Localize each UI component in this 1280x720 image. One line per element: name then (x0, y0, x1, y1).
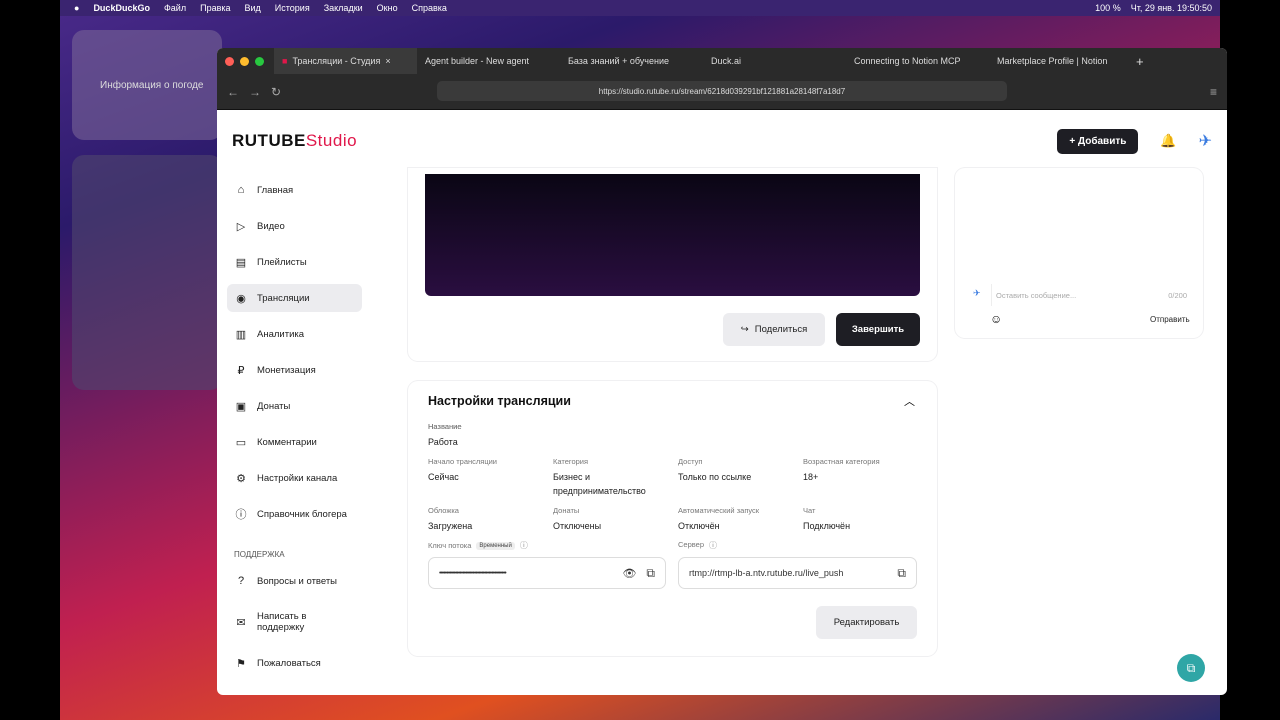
menu-view[interactable]: Вид (245, 3, 261, 13)
copy-icon[interactable]: ⧉ (897, 566, 906, 581)
tab-duck-ai[interactable]: Duck.ai (703, 48, 846, 74)
playlist-icon: ▤ (235, 256, 247, 269)
home-icon: ⌂ (237, 184, 245, 196)
tab-bar: ■ Трансляции - Студия × Agent builder - N… (217, 48, 1227, 74)
tab-notion-mcp[interactable]: Connecting to Notion MCP (846, 48, 989, 74)
gift-icon: ▣ (235, 400, 247, 413)
url-field[interactable]: https://studio.rutube.ru/stream/6218d039… (437, 81, 1007, 101)
bell-icon[interactable]: 🔔 (1160, 133, 1176, 149)
question-icon: ? (237, 575, 245, 587)
minimize-button[interactable] (240, 56, 249, 66)
server-field[interactable]: rtmp://rtmp-lb-a.ntv.rutube.ru/live_push… (678, 557, 917, 589)
comment-icon: ▭ (235, 436, 247, 449)
menu-app[interactable]: DuckDuckGo (93, 3, 150, 13)
back-icon[interactable]: ← (227, 85, 239, 99)
clock[interactable]: Чт, 29 янв. 19:50:50 (1131, 3, 1212, 13)
chat-avatar: ✈ (973, 288, 981, 298)
calendar-widget[interactable] (72, 155, 222, 390)
finish-stream-button[interactable]: Завершить (836, 313, 920, 346)
reload-icon[interactable]: ↻ (271, 85, 281, 99)
close-window-button[interactable] (225, 56, 234, 66)
flag-icon: ⚑ (236, 657, 246, 670)
sidebar: ⌂ Главная ▷ Видео ▤ Плейлисты ◉ Трансляции ▥… (227, 172, 362, 681)
share-icon: ↪ (740, 324, 749, 335)
menu-bookmarks[interactable]: Закладки (324, 3, 363, 13)
rutube-logo[interactable]: RUTUBEStudio (232, 131, 357, 151)
address-bar-row: ← → ↻ https://studio.rutube.ru/stream/6218… (217, 74, 1227, 110)
forward-icon[interactable]: → (249, 85, 261, 99)
sidebar-item-channel-settings[interactable]: ⚙ Настройки канала (227, 460, 362, 496)
field-start: Начало трансляции Сейчас (428, 457, 497, 482)
tab-streams[interactable]: ■ Трансляции - Студия × (274, 48, 417, 74)
new-tab-icon[interactable]: + (1132, 54, 1144, 69)
studio-header: RUTUBEStudio + Добавить 🔔 ✈ (217, 110, 1227, 172)
help-chat-button[interactable]: ⧉ (1177, 654, 1205, 682)
sidebar-item-video[interactable]: ▷ Видео (227, 208, 362, 244)
sidebar-item-report[interactable]: ⚑ Пожаловаться (227, 645, 362, 681)
close-tab-icon[interactable]: × (385, 56, 390, 66)
settings-grid: Начало трансляции Сейчас Категория Бизнес … (428, 457, 928, 533)
add-button[interactable]: + Добавить (1057, 128, 1139, 154)
field-access: Доступ Только по ссылке (678, 457, 752, 482)
sidebar-item-home[interactable]: ⌂ Главная (227, 172, 362, 208)
send-button[interactable]: Отправить (1150, 315, 1190, 324)
battery-text[interactable]: 100 % (1095, 3, 1121, 13)
help-icon[interactable]: ⓘ (520, 540, 528, 551)
emoji-icon[interactable]: ☺ (990, 312, 1002, 326)
broadcast-icon: ◉ (236, 292, 246, 305)
apple-icon[interactable]: ● (74, 3, 79, 13)
field-age: Возрастная категория 18+ (803, 457, 880, 482)
stream-key-label-row: Ключ потока Временный ⓘ (428, 540, 528, 551)
sidebar-item-comments[interactable]: ▭ Комментарии (227, 424, 362, 460)
video-icon: ▷ (236, 220, 246, 233)
collapse-chevron-icon[interactable]: ︿ (904, 393, 915, 409)
support-heading: ПОДДЕРЖКА (234, 550, 285, 559)
menu-file[interactable]: Файл (164, 3, 186, 13)
menu-window[interactable]: Окно (377, 3, 398, 13)
help-icon: ⓘ (709, 541, 718, 550)
tab-marketplace[interactable]: Marketplace Profile | Notion (989, 48, 1132, 74)
stream-video-player[interactable] (425, 174, 920, 296)
sidebar-item-playlists[interactable]: ▤ Плейлисты (227, 244, 362, 280)
sidebar-item-blogger-guide[interactable]: ⓘ Справочник блогера (227, 496, 362, 532)
menu-history[interactable]: История (275, 3, 310, 13)
sidebar-item-streams[interactable]: ◉ Трансляции (227, 284, 362, 312)
ruble-icon: ₽ (237, 364, 245, 377)
chart-icon: ▥ (235, 328, 247, 341)
tab-agent-builder[interactable]: Agent builder - New agent (417, 48, 560, 74)
field-chat: Чат Подключён (803, 506, 851, 531)
sidebar-item-donations[interactable]: ▣ Донаты (227, 388, 362, 424)
temporary-badge: Временный (476, 541, 515, 550)
eye-icon[interactable]: 👁 (622, 567, 636, 580)
name-field: Название Работа (428, 422, 462, 447)
sidebar-item-contact-support[interactable]: ✉ Написать в поддержку (227, 599, 362, 645)
browser-window: ■ Трансляции - Студия × Agent builder - N… (217, 48, 1227, 695)
menu-icon[interactable]: ≡ (1210, 85, 1217, 99)
weather-text: Информация о погоде (100, 79, 204, 91)
info-icon: ⓘ (235, 509, 247, 521)
zoom-button[interactable] (255, 56, 264, 66)
field-autostart: Автоматический запуск Отключён (678, 506, 760, 531)
tab-knowledge-base[interactable]: База знаний + обучение (560, 48, 703, 74)
field-category: Категория Бизнес и предпринимательство (553, 457, 646, 496)
server-label-row: Сервер ⓘ (678, 540, 718, 550)
edit-button[interactable]: Редактировать (816, 606, 917, 639)
menu-help[interactable]: Справка (412, 3, 447, 13)
copy-icon[interactable]: ⧉ (646, 566, 655, 581)
avatar[interactable]: ✈ (1199, 131, 1212, 151)
stream-key-field[interactable]: ••••••••••••••••••••••••••••••••••••••••… (428, 557, 666, 589)
field-donations: Донаты Отключены (553, 506, 602, 531)
sidebar-item-analytics[interactable]: ▥ Аналитика (227, 316, 362, 352)
sidebar-item-monetization[interactable]: ₽ Монетизация (227, 352, 362, 388)
settings-title: Настройки трансляции (428, 394, 571, 408)
sidebar-item-faq[interactable]: ? Вопросы и ответы (227, 563, 362, 599)
chat-input[interactable]: Оставить сообщение... 0/200 (991, 284, 1191, 306)
field-cover: Обложка Загружена (428, 506, 473, 531)
weather-widget[interactable]: Информация о погоде (72, 30, 222, 140)
gear-icon: ⚙ (236, 472, 246, 485)
share-button[interactable]: ↪ Поделиться (723, 313, 825, 346)
menu-bar: ● DuckDuckGo Файл Правка Вид История Зак… (60, 0, 1220, 16)
menu-edit[interactable]: Правка (200, 3, 230, 13)
mail-icon: ✉ (236, 616, 246, 629)
